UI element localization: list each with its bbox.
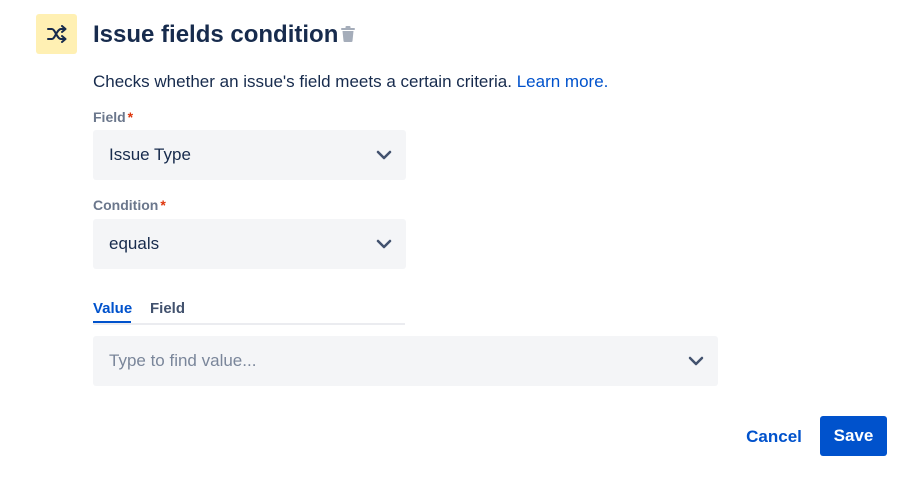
value-search-select[interactable]: Type to find value... — [93, 336, 718, 386]
learn-more-link[interactable]: Learn more. — [517, 72, 609, 91]
field-label: Field * — [93, 108, 133, 126]
delete-button[interactable] — [341, 26, 355, 42]
condition-label: Condition * — [93, 196, 166, 214]
field-label-text: Field — [93, 109, 126, 125]
tab-value[interactable]: Value — [93, 300, 132, 318]
save-button[interactable]: Save — [820, 416, 887, 456]
condition-select[interactable]: equals — [93, 219, 406, 269]
condition-label-text: Condition — [93, 197, 159, 213]
shuffle-icon — [46, 25, 66, 43]
required-marker: * — [160, 197, 166, 213]
description-text: Checks whether an issue's field meets a … — [93, 72, 512, 91]
issue-fields-condition-panel: Issue fields condition Checks whether an… — [0, 0, 915, 479]
chevron-down-icon — [374, 234, 394, 254]
chevron-down-icon — [374, 145, 394, 165]
cancel-button[interactable]: Cancel — [738, 417, 810, 457]
tab-field[interactable]: Field — [150, 300, 185, 318]
active-tab-indicator — [93, 321, 131, 323]
condition-type-badge — [36, 14, 77, 54]
description: Checks whether an issue's field meets a … — [93, 71, 608, 93]
field-select-value: Issue Type — [109, 145, 191, 164]
value-source-tabs: Value Field — [93, 296, 405, 325]
chevron-down-icon — [686, 351, 706, 371]
condition-select-value: equals — [109, 234, 160, 253]
field-select[interactable]: Issue Type — [93, 130, 406, 180]
value-search-placeholder[interactable]: Type to find value... — [109, 351, 686, 371]
required-marker: * — [127, 109, 134, 125]
page-title: Issue fields condition — [93, 21, 339, 48]
trash-icon — [341, 26, 355, 42]
